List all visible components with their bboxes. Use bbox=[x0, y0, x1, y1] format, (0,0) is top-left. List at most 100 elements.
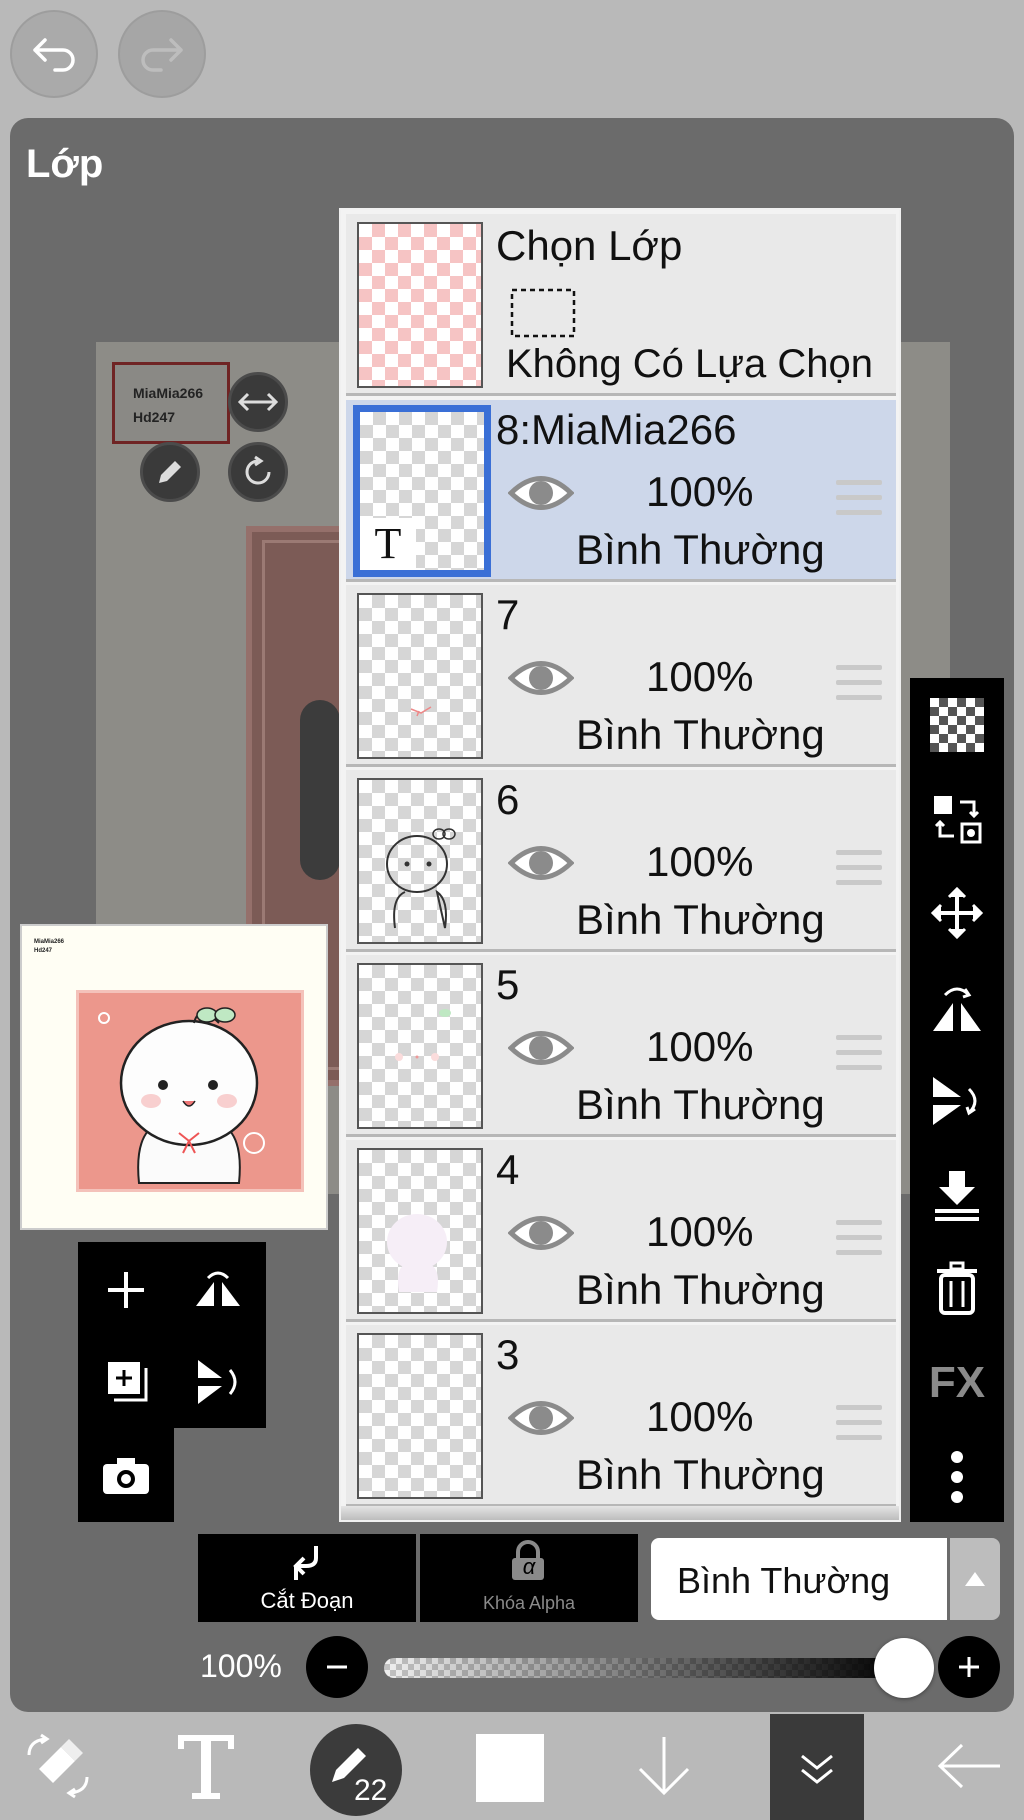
layer-opacity: 100% bbox=[646, 1393, 754, 1440]
layer-5-art bbox=[395, 1009, 451, 1061]
layer-blend-mode: Bình Thường bbox=[576, 1081, 825, 1128]
plus-icon bbox=[959, 1657, 979, 1677]
visibility-eye-icon[interactable] bbox=[508, 842, 574, 884]
flip-layer-vertical-button[interactable] bbox=[172, 1336, 264, 1428]
watermark-line-2: Hd247 bbox=[133, 409, 176, 425]
clipping-arrow-icon bbox=[293, 1546, 318, 1580]
layer-row[interactable]: 5 100% Bình Thường bbox=[346, 955, 896, 1137]
flip-horizontal-icon bbox=[933, 987, 981, 1031]
layer-7-art bbox=[410, 706, 432, 717]
flip-horizontal-button[interactable] bbox=[910, 960, 1004, 1054]
layer-effects-button[interactable]: FX bbox=[910, 1336, 1004, 1430]
right-tool-panel: FX bbox=[910, 678, 1004, 1522]
undo-button[interactable] bbox=[10, 10, 98, 98]
layer-list[interactable]: Chọn Lớp Không Có Lựa Chọn T 8:MiaMia266… bbox=[339, 208, 901, 1522]
alpha-lock-label: Khóa Alpha bbox=[482, 1593, 576, 1613]
duplicate-icon bbox=[108, 1362, 148, 1402]
layer-drag-handle[interactable] bbox=[836, 1405, 882, 1450]
double-chevron-down-icon bbox=[801, 1754, 833, 1784]
redo-button[interactable] bbox=[118, 10, 206, 98]
transparency-fill-button[interactable] bbox=[910, 678, 1004, 772]
horizontal-arrows-icon bbox=[238, 392, 278, 412]
transform-edit-handle[interactable] bbox=[140, 442, 200, 502]
layer-4-art bbox=[387, 1214, 447, 1292]
layer-blend-mode: Bình Thường bbox=[576, 1451, 825, 1498]
color-swatch-button[interactable] bbox=[476, 1734, 544, 1802]
layer-name: 8:MiaMia266 bbox=[496, 406, 737, 453]
fx-label: FX bbox=[928, 1358, 986, 1407]
layer-drag-handle[interactable] bbox=[836, 850, 882, 895]
flip-vertical-button[interactable] bbox=[910, 1054, 1004, 1148]
clipping-button[interactable]: Cắt Đoạn bbox=[198, 1534, 416, 1622]
visibility-eye-icon[interactable] bbox=[508, 1397, 574, 1439]
layer-row[interactable]: 3 100% Bình Thường bbox=[346, 1325, 896, 1507]
transform-rotate-handle[interactable] bbox=[228, 442, 288, 502]
layer-row[interactable]: 4 100% Bình Thường bbox=[346, 1140, 896, 1322]
alpha-lock-button[interactable]: α Khóa Alpha bbox=[420, 1534, 638, 1622]
navigator-watermark: MiaMia266 Hd247 bbox=[34, 938, 64, 956]
text-tool-button[interactable] bbox=[160, 1712, 252, 1820]
layer-blend-mode: Bình Thường bbox=[576, 711, 825, 758]
camera-import-button[interactable] bbox=[80, 1430, 172, 1522]
layer-down-button[interactable] bbox=[624, 1712, 704, 1820]
layer-name: 5 bbox=[496, 961, 520, 1008]
back-button[interactable] bbox=[924, 1712, 1014, 1820]
layer-name: 3 bbox=[496, 1331, 520, 1378]
canvas-watermark-text[interactable]: MiaMia266 Hd247 bbox=[112, 362, 230, 444]
move-layer-button[interactable] bbox=[910, 866, 1004, 960]
more-options-button[interactable] bbox=[910, 1430, 1004, 1524]
canvas-character-shadow bbox=[300, 700, 340, 880]
visibility-eye-icon[interactable] bbox=[508, 1027, 574, 1069]
visibility-eye-icon[interactable] bbox=[508, 472, 574, 514]
layer-drag-handle[interactable] bbox=[836, 1220, 882, 1265]
duplicate-layer-button[interactable] bbox=[80, 1336, 172, 1428]
layer-drag-handle[interactable] bbox=[836, 1035, 882, 1080]
layer-drag-handle[interactable] bbox=[836, 665, 882, 710]
layer-thumbnail bbox=[357, 778, 483, 944]
layer-name: 6 bbox=[496, 776, 520, 823]
selection-layer-thumbnail bbox=[357, 222, 483, 388]
layer-transfer-button[interactable] bbox=[910, 772, 1004, 866]
layer-opacity: 100% bbox=[646, 468, 754, 515]
visibility-eye-icon[interactable] bbox=[508, 1212, 574, 1254]
visibility-eye-icon[interactable] bbox=[508, 657, 574, 699]
collapse-panel-button[interactable] bbox=[770, 1714, 864, 1820]
layer-row[interactable]: T 8:MiaMia266 100% Bình Thường bbox=[346, 400, 896, 582]
delete-layer-button[interactable] bbox=[910, 1242, 1004, 1336]
layer-opacity: 100% bbox=[646, 1023, 754, 1070]
swap-layers-icon bbox=[934, 796, 982, 844]
layer-thumbnail bbox=[357, 1333, 483, 1499]
layer-row[interactable]: 7 100% Bình Thường bbox=[346, 585, 896, 767]
minus-icon bbox=[327, 1665, 347, 1669]
selection-layer-row[interactable]: Chọn Lớp Không Có Lựa Chọn bbox=[346, 214, 896, 396]
layer-blend-mode: Bình Thường bbox=[576, 526, 825, 573]
opacity-increase-button[interactable] bbox=[938, 1636, 1000, 1698]
layer-drag-handle[interactable] bbox=[836, 480, 882, 525]
blend-mode-select[interactable]: Bình Thường bbox=[651, 1538, 947, 1620]
layer-thumbnail bbox=[357, 1148, 483, 1314]
selection-layer-title: Chọn Lớp bbox=[496, 222, 683, 269]
merge-down-button[interactable] bbox=[910, 1148, 1004, 1242]
camera-icon bbox=[103, 1458, 149, 1494]
rotate-icon bbox=[245, 455, 271, 485]
navigator-watermark-line-2: Hd247 bbox=[34, 948, 53, 954]
transform-flip-handle[interactable] bbox=[228, 372, 288, 432]
text-layer-badge: T bbox=[360, 518, 416, 570]
opacity-slider-knob[interactable] bbox=[874, 1638, 934, 1698]
blend-mode-dropdown-button[interactable] bbox=[950, 1538, 1000, 1620]
opacity-decrease-button[interactable] bbox=[306, 1636, 368, 1698]
transform-tool-button[interactable] bbox=[10, 1712, 106, 1820]
layer-list-scroll-edge bbox=[341, 1506, 899, 1520]
layer-blend-mode: Bình Thường bbox=[576, 1266, 825, 1313]
layer-row[interactable]: 6 100% Bình Thường bbox=[346, 770, 896, 952]
character-illustration bbox=[98, 1007, 265, 1184]
alpha-glyph: α bbox=[522, 1554, 536, 1579]
merge-down-icon bbox=[935, 1171, 979, 1221]
opacity-slider-track[interactable] bbox=[384, 1658, 904, 1678]
navigator-artwork bbox=[76, 990, 304, 1192]
flip-layer-horizontal-button[interactable] bbox=[172, 1244, 264, 1336]
add-layer-button[interactable] bbox=[80, 1244, 172, 1336]
layer-name: 4 bbox=[496, 1146, 520, 1193]
selection-status: Không Có Lựa Chọn bbox=[506, 342, 874, 386]
layer-thumbnail: T bbox=[353, 405, 491, 577]
